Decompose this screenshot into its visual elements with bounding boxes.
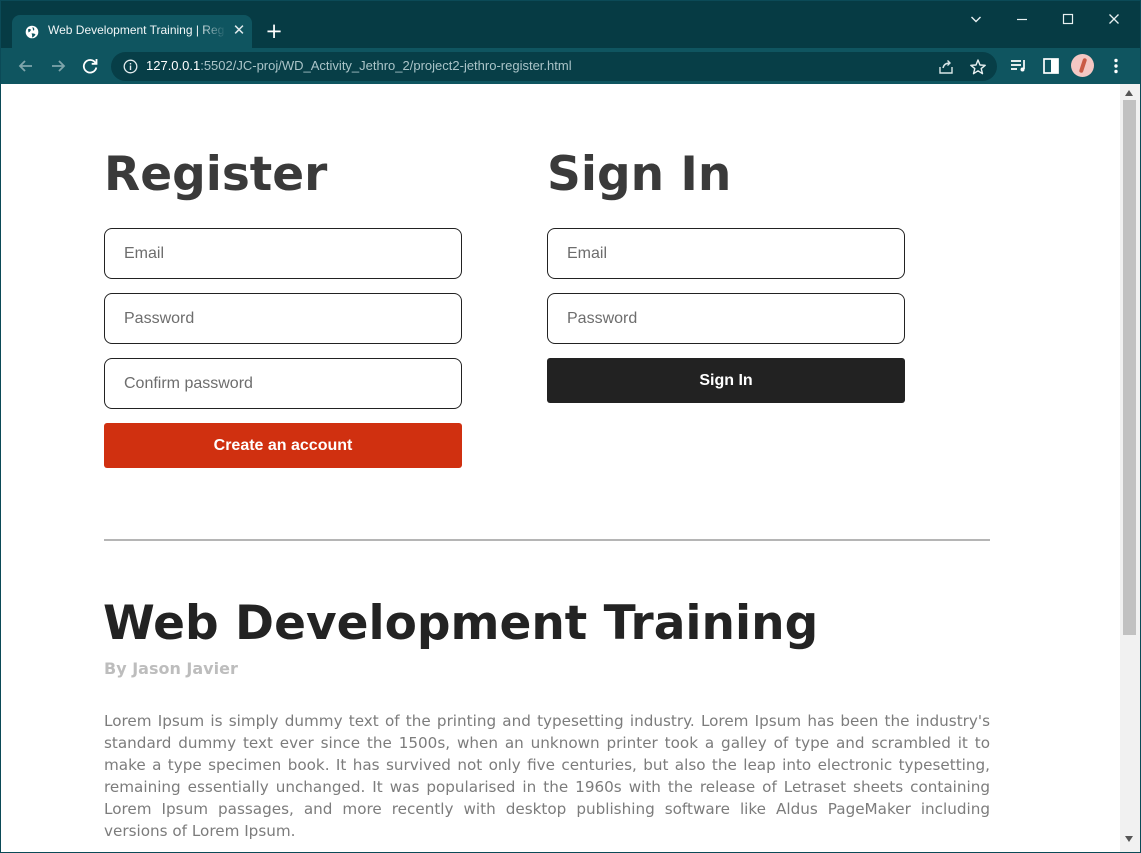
share-icon[interactable] [937, 58, 955, 76]
close-window-button[interactable] [1099, 7, 1129, 33]
forward-arrow-icon[interactable] [47, 55, 69, 77]
avatar-icon[interactable] [1071, 54, 1094, 77]
article-title: Web Development Training [103, 596, 819, 651]
register-password-input[interactable] [104, 293, 462, 344]
tab-search-button[interactable] [961, 7, 991, 33]
vertical-scrollbar[interactable] [1120, 84, 1140, 852]
browser-window: Web Development Training | Register ✕ + [0, 0, 1141, 853]
section-divider [104, 539, 990, 541]
scroll-up-icon[interactable] [1125, 90, 1133, 96]
star-icon[interactable] [969, 58, 987, 76]
browser-toolbar: 127.0.0.1:5502/JC-proj/WD_Activity_Jethr… [1, 48, 1140, 84]
maximize-icon [1062, 13, 1074, 25]
minimize-button[interactable] [1007, 7, 1037, 33]
confirm-password-input[interactable] [104, 358, 462, 409]
article-body: Lorem Ipsum is simply dummy text of the … [104, 712, 990, 840]
maximize-button[interactable] [1053, 7, 1083, 33]
side-panel-icon[interactable] [1041, 56, 1061, 76]
scroll-down-icon[interactable] [1125, 836, 1133, 842]
url-text[interactable]: 127.0.0.1:5502/JC-proj/WD_Activity_Jethr… [146, 58, 572, 73]
signin-email-input[interactable] [547, 228, 905, 279]
signin-button[interactable]: Sign In [547, 358, 905, 403]
minimize-icon [1017, 18, 1027, 21]
reload-icon[interactable] [79, 55, 101, 77]
reading-list-icon[interactable] [1009, 56, 1029, 76]
close-icon[interactable]: ✕ [230, 21, 248, 39]
signin-password-input[interactable] [547, 293, 905, 344]
address-bar[interactable]: 127.0.0.1:5502/JC-proj/WD_Activity_Jethr… [111, 52, 997, 81]
url-host: 127.0.0.1 [146, 58, 201, 73]
globe-icon [25, 24, 39, 39]
tab-strip: Web Development Training | Register ✕ + [1, 1, 1140, 48]
kebab-menu-icon[interactable] [1106, 56, 1126, 76]
signin-heading: Sign In [547, 147, 732, 202]
create-account-button[interactable]: Create an account [104, 423, 462, 468]
article-byline: By Jason Javier [104, 659, 238, 678]
url-path: :5502/JC-proj/WD_Activity_Jethro_2/proje… [200, 58, 572, 73]
browser-tab[interactable]: Web Development Training | Register ✕ [12, 15, 252, 48]
info-icon[interactable] [123, 59, 138, 74]
close-window-icon [1109, 14, 1119, 24]
scrollbar-thumb[interactable] [1123, 100, 1136, 635]
new-tab-button[interactable]: + [263, 20, 285, 42]
page-viewport: Register Create an account Sign In Sign … [1, 84, 1120, 852]
chevron-down-icon [971, 16, 981, 23]
register-heading: Register [104, 147, 328, 202]
back-arrow-icon[interactable] [15, 55, 37, 77]
register-email-input[interactable] [104, 228, 462, 279]
